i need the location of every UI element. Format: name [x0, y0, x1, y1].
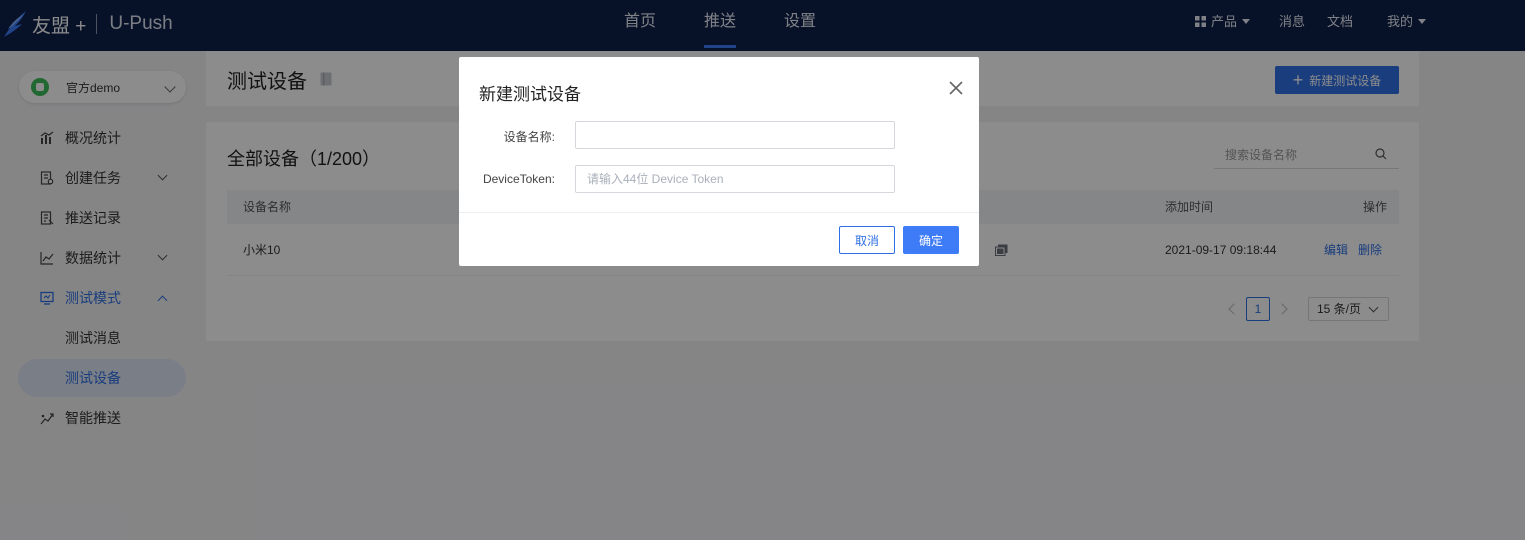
close-icon[interactable] — [947, 79, 965, 97]
device-token-field[interactable] — [575, 165, 895, 193]
device-name-label: 设备名称: — [503, 130, 555, 144]
dialog-title: 新建测试设备 — [479, 85, 581, 104]
confirm-button[interactable]: 确定 — [903, 226, 959, 254]
dialog-divider — [459, 212, 979, 213]
cancel-button[interactable]: 取消 — [839, 226, 895, 254]
device-name-field[interactable] — [575, 121, 895, 149]
new-test-device-dialog: 新建测试设备 设备名称: DeviceToken: 取消 确定 — [459, 57, 979, 266]
device-token-label: DeviceToken: — [482, 172, 555, 186]
